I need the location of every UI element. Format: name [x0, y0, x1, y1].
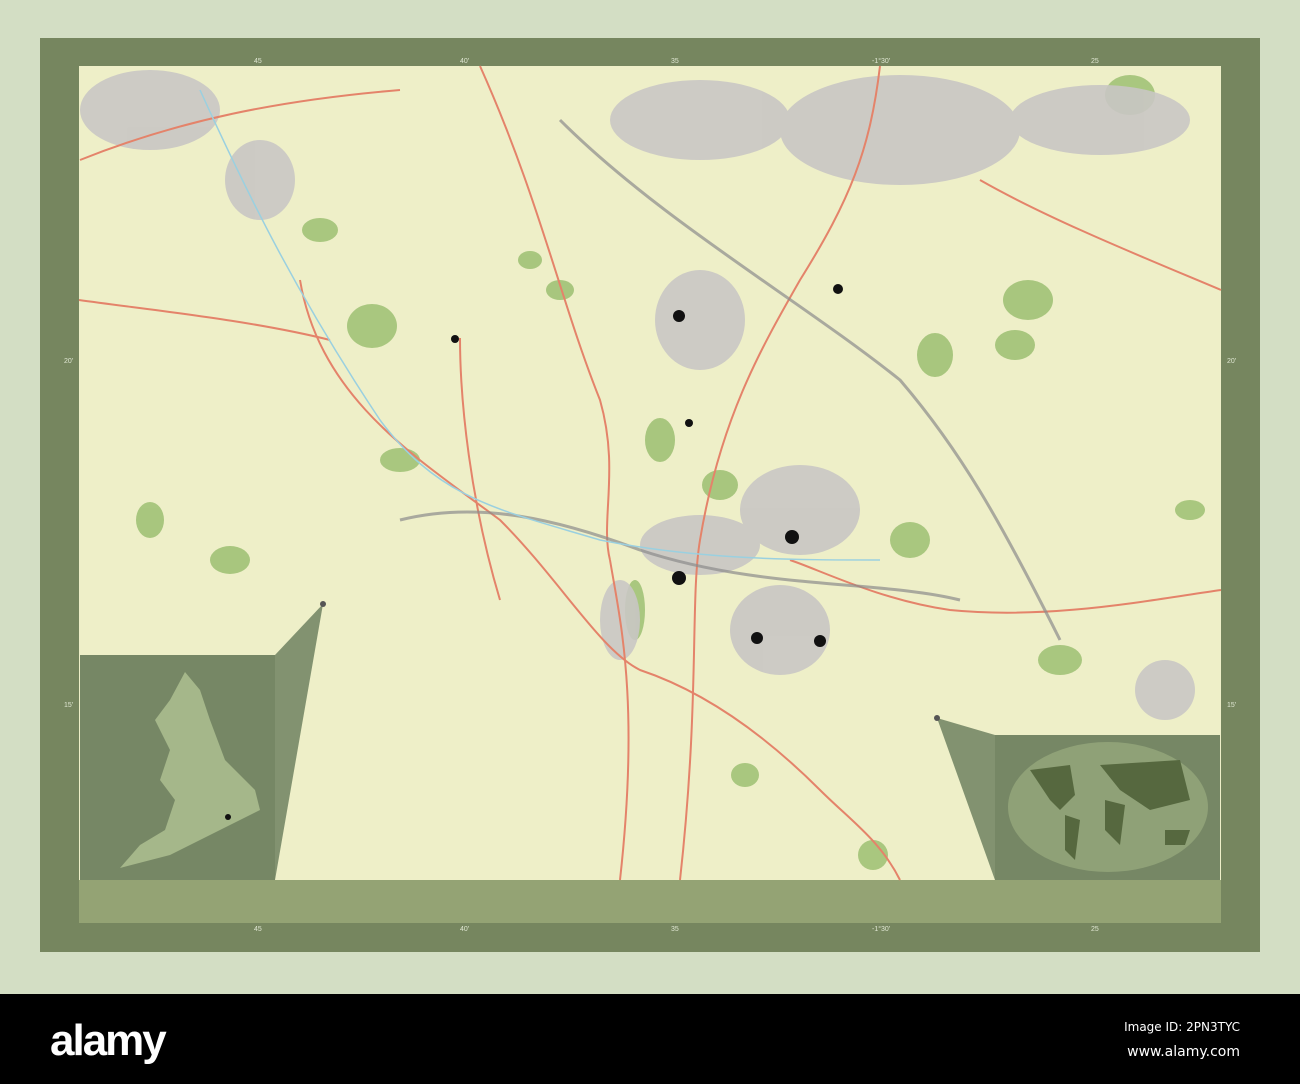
bottom-tick: 40'	[460, 926, 470, 933]
bottom-strip	[79, 880, 1221, 923]
bottom-tick: -1°30'	[872, 926, 891, 933]
left-tick: 15'	[64, 702, 74, 709]
settlement-marker[interactable]	[451, 335, 459, 343]
bottom-tick: 35	[671, 926, 679, 933]
image-id: Image ID: 2PN3TYC	[1124, 1020, 1240, 1034]
inset-location-marker	[225, 814, 231, 820]
settlement-marker[interactable]	[751, 632, 763, 644]
top-tick: 35	[671, 58, 679, 65]
top-tick: -1°30'	[872, 58, 891, 65]
left-tick: 20'	[64, 358, 74, 365]
settlement-marker[interactable]	[673, 310, 685, 322]
settlement-marker[interactable]	[785, 530, 799, 544]
right-tick: 20'	[1227, 358, 1237, 365]
map	[40, 38, 1260, 952]
alamy-logo: alamy	[50, 1016, 167, 1065]
settlement-marker[interactable]	[672, 571, 686, 585]
bottom-tick: 45	[254, 926, 262, 933]
settlement-marker[interactable]	[814, 635, 826, 647]
settlement-marker[interactable]	[685, 419, 693, 427]
right-tick: 15'	[1227, 702, 1237, 709]
top-tick: 25	[1091, 58, 1099, 65]
connector-point-right	[934, 715, 940, 721]
footer-bar: alamy Image ID: 2PN3TYC www.alamy.com	[0, 994, 1300, 1084]
settlement-marker[interactable]	[833, 284, 843, 294]
site-url: www.alamy.com	[1127, 1044, 1240, 1060]
top-tick: 40'	[460, 58, 470, 65]
connector-point-left	[320, 601, 326, 607]
bottom-tick: 25	[1091, 926, 1099, 933]
top-tick: 45	[254, 58, 262, 65]
